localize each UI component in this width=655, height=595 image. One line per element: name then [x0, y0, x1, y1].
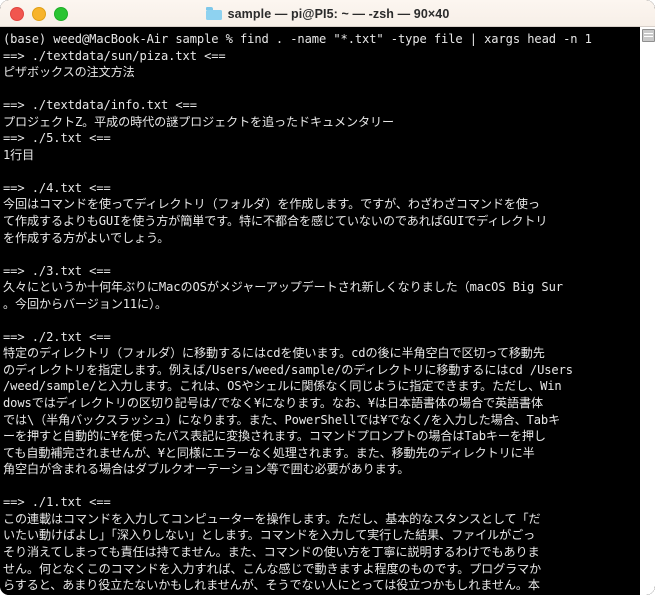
- terminal-line: ==> ./textdata/info.txt <==: [3, 98, 197, 113]
- terminal-line: せん。何となくこのコマンドを入力すれば、こんな感じで動きますよ程度のものです。プ…: [3, 561, 542, 576]
- terminal-line: ーを押すと自動的に¥を使ったパス表記に変換されます。コマンドプロンプトの場合はT…: [3, 429, 546, 444]
- terminal-line: ==> ./4.txt <==: [3, 180, 111, 195]
- terminal-line: ==> ./2.txt <==: [3, 329, 111, 344]
- terminal-line: らすると、あまり役立たないかもしれませんが、そうでない人にとっては役立つかもしれ…: [3, 578, 540, 593]
- terminal-line: では\（半角バックスラッシュ）になります。また、PowerShellでは¥でなく…: [3, 412, 561, 427]
- terminal-line: (base) weed@MacBook-Air sample % find . …: [3, 32, 592, 46]
- minimize-button[interactable]: [32, 6, 46, 21]
- window-titlebar[interactable]: sample — pi@PI5: ~ — -zsh — 90×40: [0, 0, 655, 27]
- terminal-line: そり消えてしまっても責任は持てません。また、コマンドの使い方を丁寧に説明するわけ…: [3, 544, 540, 559]
- terminal-scrollbar[interactable]: [639, 27, 655, 595]
- terminal-line: 今回はコマンドを使ってディレクトリ（フォルダ）を作成します。ですが、わざわざコマ…: [3, 197, 540, 212]
- terminal-line: ==> ./textdata/sun/piza.txt <==: [3, 48, 226, 63]
- terminal-line: て作成するよりもGUIを使う方が簡単です。特に不都合を感じていないのであればGU…: [3, 214, 548, 229]
- terminal-line: 特定のディレクトリ（フォルダ）に移動するにはcdを使います。cdの後に半角空白で…: [3, 346, 545, 361]
- terminal-line: ==> ./3.txt <==: [3, 263, 111, 278]
- window-title-group: sample — pi@PI5: ~ — -zsh — 90×40: [0, 0, 655, 27]
- terminal-line: ピザボックスの注文方法: [3, 65, 135, 80]
- terminal-line: ==> ./5.txt <==: [3, 131, 111, 146]
- terminal-line: dowsではディレクトリの区切り記号は/でなく¥になります。なお、¥は日本語書体…: [3, 396, 543, 411]
- terminal-line: 1行目: [3, 147, 35, 162]
- terminal-line: 久々にというか十何年ぶりにMacのOSがメジャーアップデートされ新しくなりました…: [3, 280, 563, 295]
- folder-icon: [205, 7, 222, 20]
- window-controls: [10, 0, 68, 27]
- terminal-line: のディレクトリを指定します。例えば/Users/weed/sample/のディレ…: [3, 362, 573, 377]
- terminal-line: ても自動補完されませんが、¥と同様にエラーなく処理されます。また、移動先のディレ…: [3, 445, 535, 460]
- window-title: sample — pi@PI5: ~ — -zsh — 90×40: [227, 6, 450, 21]
- terminal-line: この連載はコマンドを入力してコンピューターを操作します。ただし、基本的なスタンス…: [3, 511, 541, 526]
- terminal-body: (base) weed@MacBook-Air sample % find . …: [0, 27, 655, 595]
- terminal-screen[interactable]: (base) weed@MacBook-Air sample % find . …: [0, 27, 639, 595]
- terminal-line: /weed/sample/と入力します。これは、OSやシェルに関係なく同じように…: [3, 379, 562, 394]
- terminal-line: ==> ./1.txt <==: [3, 495, 111, 510]
- maximize-button[interactable]: [54, 6, 68, 21]
- terminal-line: 。今回からバージョン11に）。: [3, 296, 167, 311]
- scrollbar-thumb[interactable]: [642, 29, 655, 42]
- terminal-line: を作成する方がよいでしょう。: [3, 230, 170, 245]
- terminal-line: プロジェクトZ。平成の時代の謎プロジェクトを追ったドキュメンタリー: [3, 114, 394, 129]
- terminal-window: sample — pi@PI5: ~ — -zsh — 90×40 (base)…: [0, 0, 655, 595]
- close-button[interactable]: [10, 6, 24, 21]
- terminal-line: いたい動けばよし」「深入りしない」とします。コマンドを入力して実行した結果、ファ…: [3, 528, 536, 543]
- terminal-line: 角空白が含まれる場合はダブルクオーテーション等で囲む必要があります。: [3, 462, 410, 477]
